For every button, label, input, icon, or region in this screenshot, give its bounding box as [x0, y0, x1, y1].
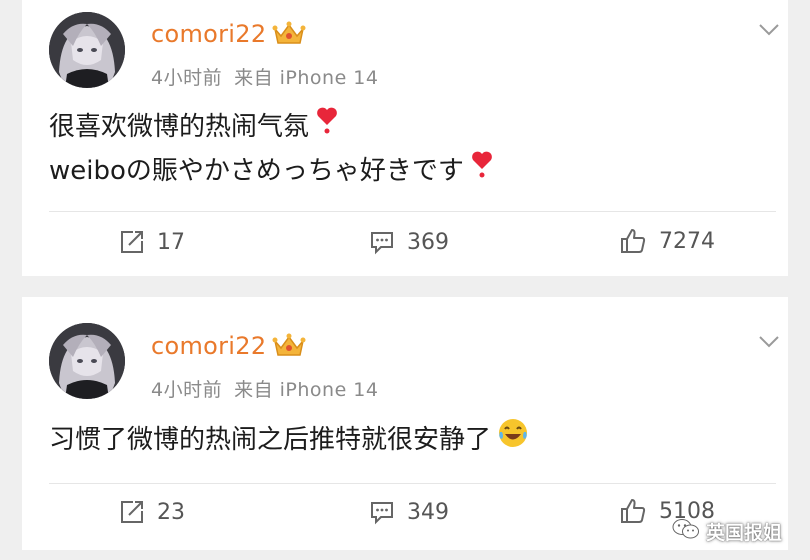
avatar[interactable] [49, 323, 125, 399]
comment-button[interactable]: 349 [369, 499, 449, 525]
post-content: 很喜欢微博的热闹气氛 weiboの賑やかさめっちゃ好きです [49, 105, 494, 193]
post-time: 4小时前 [151, 379, 223, 401]
crown-icon [272, 333, 306, 359]
post-card: comori22 4小时前 来自 iPhone 14 很喜欢微博的热闹气氛 wei… [22, 0, 788, 276]
heart-emoji-icon [470, 149, 494, 193]
like-count: 7274 [659, 228, 715, 254]
comment-button[interactable]: 369 [369, 229, 449, 255]
post-text: 很喜欢微博的热闹气氛 [49, 112, 310, 142]
repost-button[interactable]: 17 [119, 229, 185, 255]
post-text: weiboの賑やかさめっちゃ好きです [49, 156, 464, 186]
like-button[interactable]: 7274 [619, 227, 715, 255]
post-source: 来自 iPhone 14 [234, 67, 379, 89]
comment-count: 369 [407, 229, 449, 255]
repost-count: 17 [157, 229, 185, 255]
comment-icon [369, 499, 395, 525]
post-time: 4小时前 [151, 67, 223, 89]
avatar[interactable] [49, 12, 125, 88]
watermark: 英国报姐 [672, 517, 782, 546]
watermark-text: 英国报姐 [705, 522, 782, 544]
laughing-emoji-icon [497, 417, 529, 463]
post-text-line: 习惯了微博的热闹之后推特就很安静了 [49, 417, 529, 463]
thumbs-up-icon [619, 497, 647, 525]
comment-count: 349 [407, 499, 449, 525]
post-text: 习惯了微博的热闹之后推特就很安静了 [49, 425, 492, 455]
thumbs-up-icon [619, 227, 647, 255]
post-content: 习惯了微博的热闹之后推特就很安静了 [49, 417, 529, 463]
repost-icon [119, 229, 145, 255]
comment-icon [369, 229, 395, 255]
username-text[interactable]: comori22 [151, 20, 266, 48]
chevron-down-icon[interactable] [758, 22, 780, 36]
post-source: 来自 iPhone 14 [234, 379, 379, 401]
post-meta: 4小时前 来自 iPhone 14 [151, 375, 378, 402]
username[interactable]: comori22 [151, 20, 306, 48]
repost-button[interactable]: 23 [119, 499, 185, 525]
post-text-line: weiboの賑やかさめっちゃ好きです [49, 149, 494, 193]
post-card: comori22 4小时前 来自 iPhone 14 习惯了微博的热闹之后推特就很… [22, 297, 788, 550]
divider [49, 483, 776, 484]
post-meta: 4小时前 来自 iPhone 14 [151, 63, 378, 90]
repost-count: 23 [157, 499, 185, 525]
heart-emoji-icon [315, 105, 339, 149]
username-text[interactable]: comori22 [151, 332, 266, 360]
crown-icon [272, 21, 306, 47]
post-text-line: 很喜欢微博的热闹气氛 [49, 105, 494, 149]
divider [49, 211, 776, 212]
username[interactable]: comori22 [151, 332, 306, 360]
wechat-logo-icon [672, 517, 700, 546]
chevron-down-icon[interactable] [758, 334, 780, 348]
repost-icon [119, 499, 145, 525]
